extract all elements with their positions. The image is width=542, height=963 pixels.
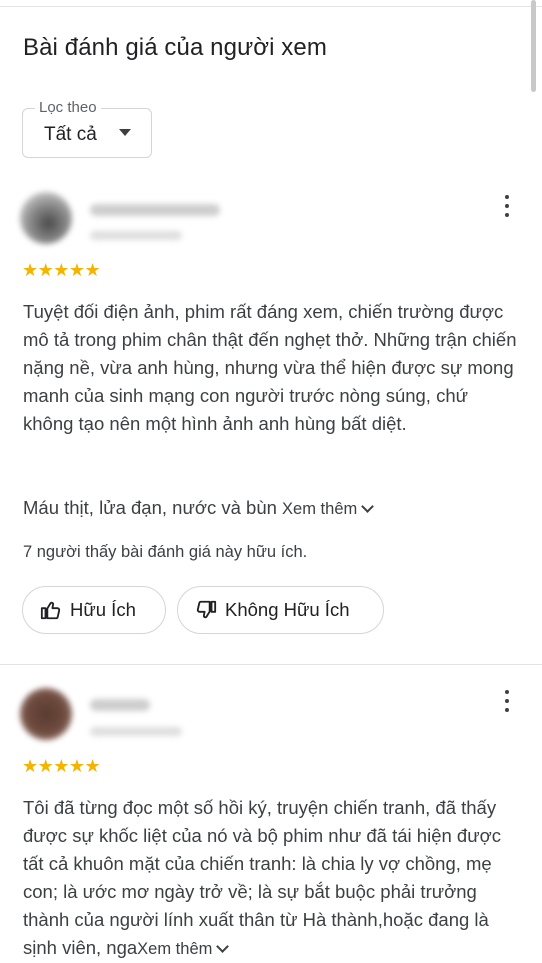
filter-dropdown[interactable]: Lọc theo Tất cả: [22, 99, 152, 158]
caret-down-icon: [119, 129, 131, 136]
helpful-button[interactable]: Hữu Ích: [22, 586, 166, 634]
reviewer-name-blurred: [90, 699, 150, 711]
filter-label: Lọc theo: [35, 99, 101, 116]
review-text: Tôi đã từng đọc một số hồi ký, truyện ch…: [23, 794, 523, 963]
more-options-icon[interactable]: [498, 195, 516, 217]
not-helpful-label: Không Hữu Ích: [225, 599, 350, 620]
reviewer-avatar: [20, 688, 72, 740]
review-divider: [0, 664, 542, 665]
thumb-up-icon: [40, 601, 61, 620]
thumb-down-icon: [196, 600, 217, 619]
reviewer-name-blurred: [90, 204, 220, 216]
star-rating: ★★★★★: [22, 756, 101, 776]
chevron-down-icon[interactable]: [361, 500, 375, 513]
helpful-count: 7 người thấy bài đánh giá này hữu ích.: [23, 543, 308, 561]
review-text-content: Tôi đã từng đọc một số hồi ký, truyện ch…: [23, 797, 501, 958]
review-date-blurred: [90, 231, 182, 240]
review-text-second-paragraph: Máu thịt, lửa đạn, nước và bùn: [23, 497, 283, 518]
more-options-icon[interactable]: [498, 690, 516, 712]
top-edge: [0, 0, 542, 7]
review-text: Tuyệt đối điện ảnh, phim rất đáng xem, c…: [23, 301, 517, 434]
review-text-continued: Máu thịt, lửa đạn, nước và bùn Xem thêm: [23, 494, 523, 523]
see-more-link[interactable]: Xem thêm: [282, 500, 357, 518]
panel-title: Bài đánh giá của người xem: [23, 34, 327, 61]
scrollbar[interactable]: [531, 0, 536, 92]
chevron-down-icon[interactable]: [216, 940, 230, 953]
not-helpful-button[interactable]: Không Hữu Ích: [177, 586, 384, 634]
review-date-blurred: [90, 727, 182, 736]
filter-value: Tất cả: [44, 124, 97, 145]
reviewer-avatar: [20, 192, 72, 244]
star-rating: ★★★★★: [22, 260, 101, 280]
see-more-link[interactable]: Xem thêm: [137, 940, 212, 958]
helpful-label: Hữu Ích: [70, 599, 136, 620]
